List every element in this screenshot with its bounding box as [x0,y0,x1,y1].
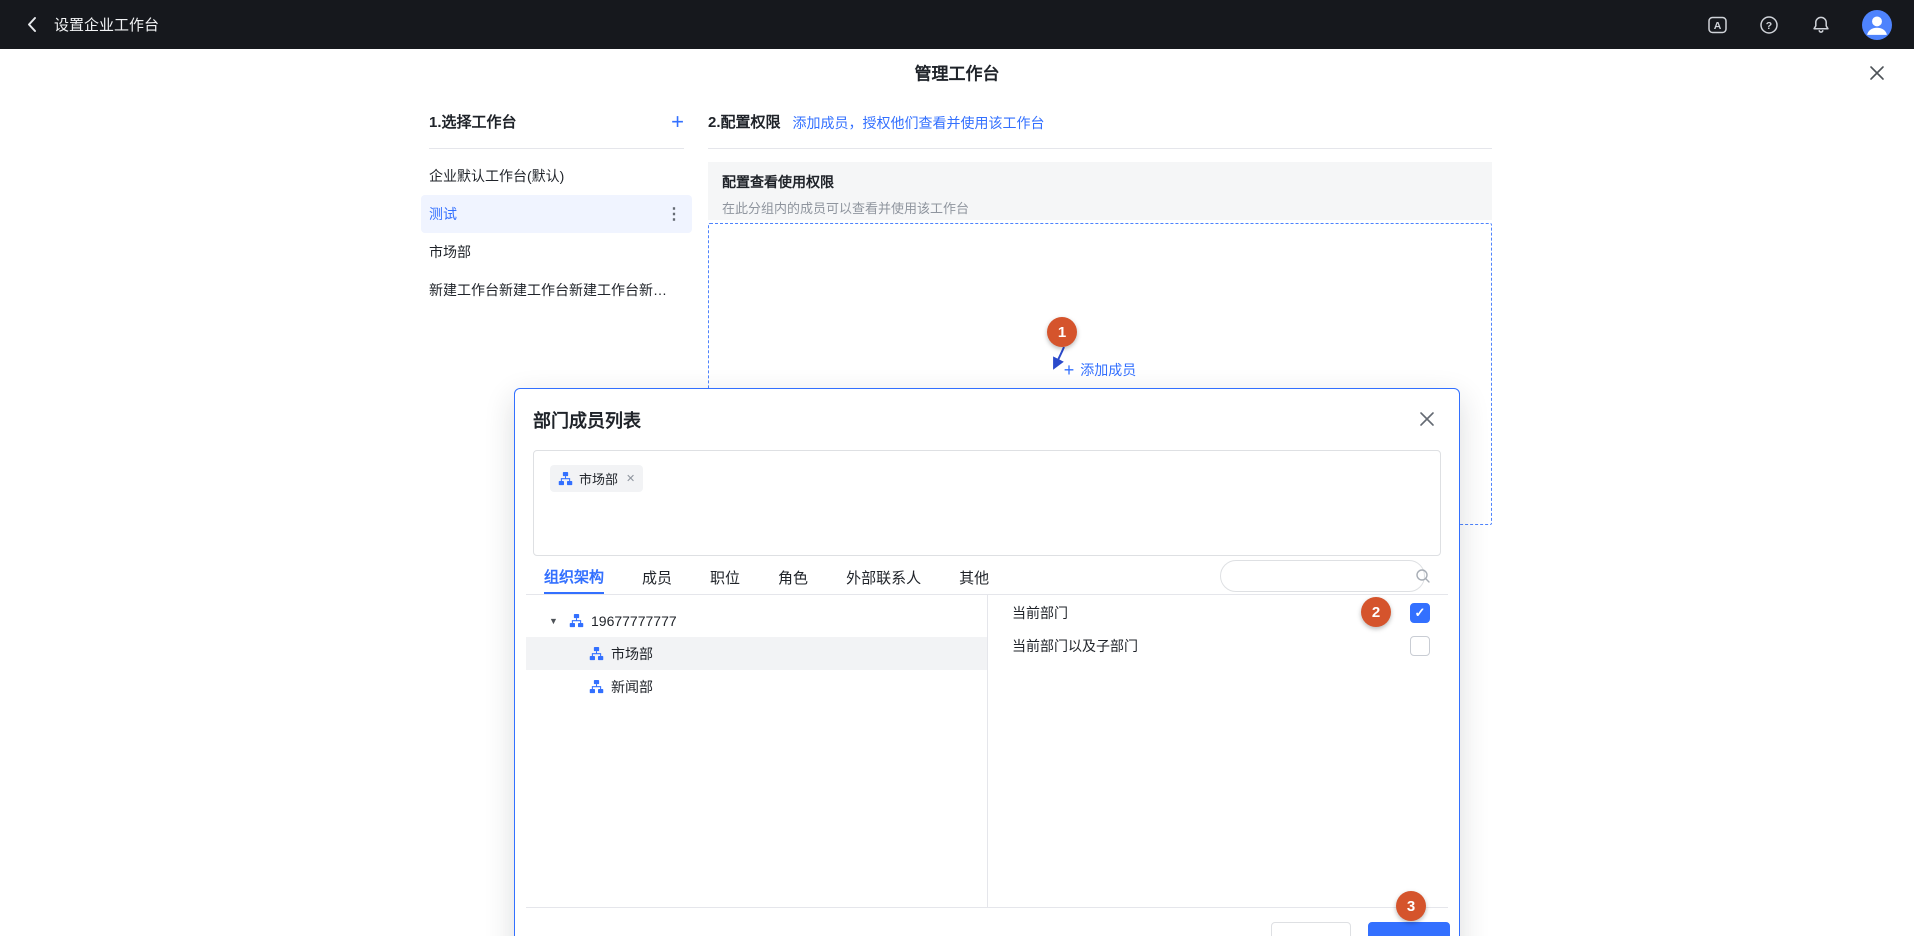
person-icon [1862,10,1892,40]
permission-info-box: 配置查看使用权限 在此分组内的成员可以查看并使用该工作台 [708,162,1492,220]
tab-external-contacts[interactable]: 外部联系人 [846,560,921,594]
workspace-item-test[interactable]: 测试 ⋮ [421,195,692,233]
chevron-left-icon [24,15,42,34]
workspace-item-default[interactable]: 企业默认工作台(默认) [421,157,692,195]
modal-close-button[interactable] [1415,407,1439,431]
tree-node-root[interactable]: ▼ 19677777777 [526,604,987,637]
permission-panel-header: 2.配置权限 添加成员，授权他们查看并使用该工作台 [708,112,1492,149]
tree-node-news[interactable]: 新闻部 [526,670,987,703]
org-icon [589,646,604,661]
page-title: 管理工作台 [915,60,1000,85]
step-badge-3: 3 [1396,891,1426,921]
workspace-panel-header: 1.选择工作台 + [429,112,684,149]
close-icon [1868,64,1886,82]
org-icon [558,471,573,486]
option-label: 当前部门 [1012,603,1068,623]
modal-title: 部门成员列表 [533,407,641,433]
step-badge-1: 1 [1047,317,1077,347]
org-tree: ▼ 19677777777 [515,595,987,907]
workspace-item-market[interactable]: 市场部 [421,233,692,271]
search-icon [1415,568,1431,584]
cancel-button[interactable] [1271,922,1351,936]
back-button[interactable] [22,14,44,36]
org-icon [589,679,604,694]
check-icon: ✓ [1415,605,1426,621]
org-icon [569,613,584,628]
permission-info-title: 配置查看使用权限 [722,172,1478,192]
help-icon[interactable]: ? [1758,14,1780,36]
checkbox-current-and-sub[interactable] [1410,636,1430,656]
workspace-list: 企业默认工作台(默认) 测试 ⋮ 市场部 新建工作台新建工作台新建工作台新建..… [429,157,684,309]
svg-text:A: A [1713,19,1721,31]
search-input[interactable] [1221,569,1415,584]
close-icon [1418,410,1436,428]
option-current-and-sub: 当前部门以及子部门 [1012,629,1430,662]
permission-panel-title: 2.配置权限 [708,112,781,134]
add-member-label: 添加成员 [1080,360,1136,380]
workspace-panel: 1.选择工作台 + 企业默认工作台(默认) 测试 ⋮ 市场部 新建工作台新建工作… [429,112,684,309]
avatar[interactable] [1862,10,1892,40]
workspace-item-new[interactable]: 新建工作台新建工作台新建工作台新建... [421,271,692,309]
tab-members[interactable]: 成员 [642,560,672,594]
permission-info-desc: 在此分组内的成员可以查看并使用该工作台 [722,198,1478,217]
option-label: 当前部门以及子部门 [1012,636,1138,656]
chip-remove-icon[interactable]: ✕ [626,472,635,485]
topbar-actions: A ? [1706,10,1892,40]
checkbox-current-department[interactable]: ✓ [1410,603,1430,623]
department-member-modal: 部门成员列表 市场部 ✕ 组织架构 成员 职位 角色 外 [514,388,1460,936]
topbar-title: 设置企业工作台 [54,14,159,35]
app-window: 设置企业工作台 A ? [0,0,1914,936]
tree-node-label: 市场部 [611,644,653,664]
tab-org-structure[interactable]: 组织架构 [544,560,604,594]
translate-icon[interactable]: A [1706,14,1728,36]
tab-others[interactable]: 其他 [959,560,989,594]
selected-members-box: 市场部 ✕ [533,450,1441,556]
tree-node-label: 19677777777 [591,613,677,629]
selected-chip-market[interactable]: 市场部 ✕ [550,465,643,492]
annotation-arrow [1042,345,1076,377]
page-close-button[interactable] [1866,62,1888,84]
tab-positions[interactable]: 职位 [710,560,740,594]
add-workspace-button[interactable]: + [671,112,684,132]
confirm-button[interactable] [1368,922,1450,936]
page-header: 管理工作台 [0,49,1914,95]
step-badge-2: 2 [1361,597,1391,627]
footer-divider [526,907,1448,908]
topbar: 设置企业工作台 A ? [0,0,1914,49]
bell-icon[interactable] [1810,14,1832,36]
modal-tabs: 组织架构 成员 职位 角色 外部联系人 其他 [544,560,989,594]
tab-roles[interactable]: 角色 [778,560,808,594]
permission-panel-hint: 添加成员，授权他们查看并使用该工作台 [793,112,1045,134]
chip-label: 市场部 [579,469,618,488]
search-box [1220,560,1425,592]
caret-down-icon[interactable]: ▼ [549,616,563,626]
tree-node-market[interactable]: 市场部 [526,637,987,670]
scope-options: 当前部门 ✓ 当前部门以及子部门 [988,595,1448,907]
more-menu-icon[interactable]: ⋮ [666,204,682,224]
svg-text:?: ? [1766,20,1772,32]
workspace-panel-title: 1.选择工作台 [429,112,517,134]
tree-node-label: 新闻部 [611,677,653,697]
